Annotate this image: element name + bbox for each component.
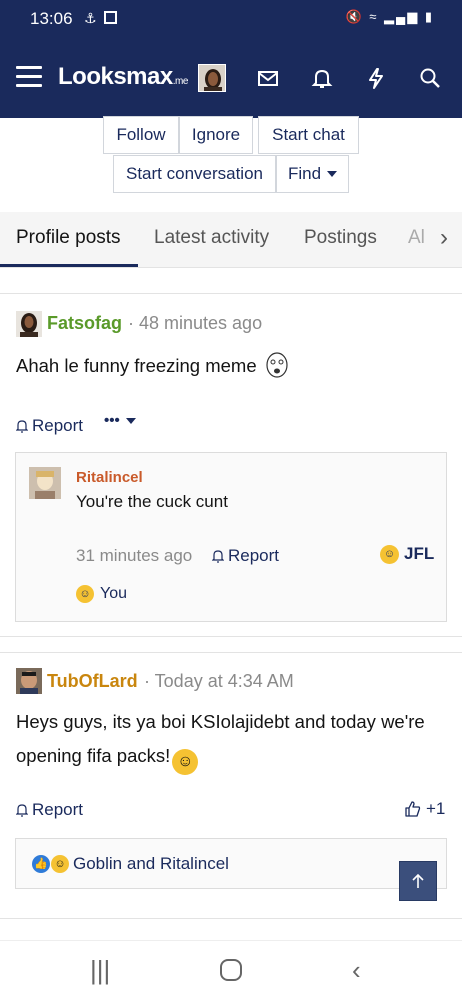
laughing-emoji-icon: ☺ (51, 855, 69, 873)
divider (0, 652, 462, 653)
site-logo[interactable]: Looksmax.me (58, 63, 188, 91)
scroll-to-top-button[interactable] (399, 861, 437, 901)
post-body: Heys guys, its ya boi KSIolajidebt and t… (16, 705, 425, 775)
comment-report-link[interactable]: Report (212, 546, 279, 566)
reaction-users: You (100, 585, 127, 602)
divider (0, 918, 462, 919)
comment-container: Ritalincel You're the cuck cunt 31 minut… (15, 452, 447, 622)
more-options-button[interactable]: ••• (104, 412, 136, 429)
comment-author-name[interactable]: Ritalincel (76, 469, 143, 486)
tab-latest-activity[interactable]: Latest activity (154, 227, 269, 249)
laughing-emoji-icon: ☺ (76, 585, 94, 603)
post-author-name[interactable]: Fatsofag (47, 313, 122, 334)
post-report-link[interactable]: Report (16, 416, 83, 436)
comment-reaction-button[interactable]: ☺ JFL (380, 544, 434, 564)
profile-tabs: Profile posts Latest activity Postings A… (0, 212, 462, 268)
divider (0, 636, 462, 637)
status-bar: 13:06 ⚓ 🔇 ≈ ▂▄▆ ▮ (0, 0, 462, 38)
laughing-emoji-icon: ☺ (380, 544, 399, 564)
comment-text: You're the cuck cunt (76, 492, 228, 511)
comment-author-avatar[interactable] (29, 467, 61, 499)
post-text-line: Heys guys, its ya boi KSIolajidebt and t… (16, 711, 425, 732)
ignore-button[interactable]: Ignore (179, 116, 253, 154)
tab-about[interactable]: Al (408, 227, 425, 249)
recent-apps-icon[interactable]: ||| (90, 955, 110, 986)
back-icon[interactable]: ‹ (352, 955, 361, 986)
search-icon[interactable] (412, 60, 448, 96)
post-author-avatar[interactable] (16, 311, 42, 337)
comment-time[interactable]: 31 minutes ago (76, 546, 192, 566)
post-time[interactable]: · Today at 4:34 AM (144, 671, 294, 692)
comment-reactions-summary[interactable]: ☺ You (76, 585, 127, 603)
bell-icon[interactable] (304, 60, 340, 96)
notification-icon: ⚓ (84, 10, 97, 26)
inbox-icon[interactable] (250, 60, 286, 96)
top-navbar: Looksmax.me (0, 38, 462, 118)
chevron-down-icon (125, 417, 136, 424)
post-text: Ahah le funny freezing meme (16, 355, 257, 376)
post-text-line-2: opening fifa packs! ☺ (16, 739, 425, 775)
app-notification-icon (104, 11, 117, 24)
find-label: Find (287, 164, 322, 183)
tab-profile-posts[interactable]: Profile posts (16, 227, 121, 249)
lightning-icon[interactable] (358, 60, 394, 96)
home-icon[interactable] (219, 958, 243, 989)
report-label: Report (228, 546, 280, 565)
system-navigation-bar: ||| ‹ (0, 940, 462, 1000)
reactions-summary[interactable]: 👍 ☺ Goblin and Ritalincel (15, 838, 447, 889)
post-time[interactable]: · 48 minutes ago (128, 313, 262, 334)
reaction-users: Goblin and Ritalincel (73, 854, 229, 873)
like-reaction-icon: 👍 (32, 855, 50, 873)
reaction-label: JFL (404, 544, 435, 563)
status-time: 13:06 (30, 9, 73, 28)
post-report-link[interactable]: Report (16, 800, 83, 820)
tab-postings[interactable]: Postings (304, 227, 377, 249)
start-conversation-button[interactable]: Start conversation (113, 155, 276, 193)
system-status-icons: 🔇 ≈ ▂▄▆ ▮ (345, 9, 434, 24)
ellipsis-icon: ••• (104, 412, 120, 429)
start-chat-button[interactable]: Start chat (258, 116, 359, 154)
post-body: Ahah le funny freezing meme (16, 349, 290, 383)
bell-icon (212, 550, 224, 563)
wojak-meme-icon (266, 352, 288, 378)
thumbs-up-icon (405, 801, 421, 817)
report-label: Report (32, 416, 84, 435)
bell-icon (16, 804, 28, 817)
like-count: +1 (426, 799, 446, 818)
divider (0, 293, 462, 294)
find-button[interactable]: Find (276, 155, 349, 193)
like-button[interactable]: +1 (404, 799, 445, 819)
active-tab-indicator (0, 264, 138, 267)
report-label: Report (32, 800, 84, 819)
post-author-name[interactable]: TubOfLard (47, 671, 138, 692)
post-author-avatar[interactable] (16, 668, 42, 694)
chevron-right-icon[interactable]: › (440, 224, 448, 252)
arrow-up-icon (412, 873, 424, 888)
bell-icon (16, 420, 28, 433)
menu-icon[interactable] (16, 66, 42, 88)
chevron-down-icon (327, 171, 338, 177)
user-avatar[interactable] (198, 64, 226, 92)
follow-button[interactable]: Follow (103, 116, 179, 154)
tongue-emoji-icon: ☺ (172, 749, 199, 775)
